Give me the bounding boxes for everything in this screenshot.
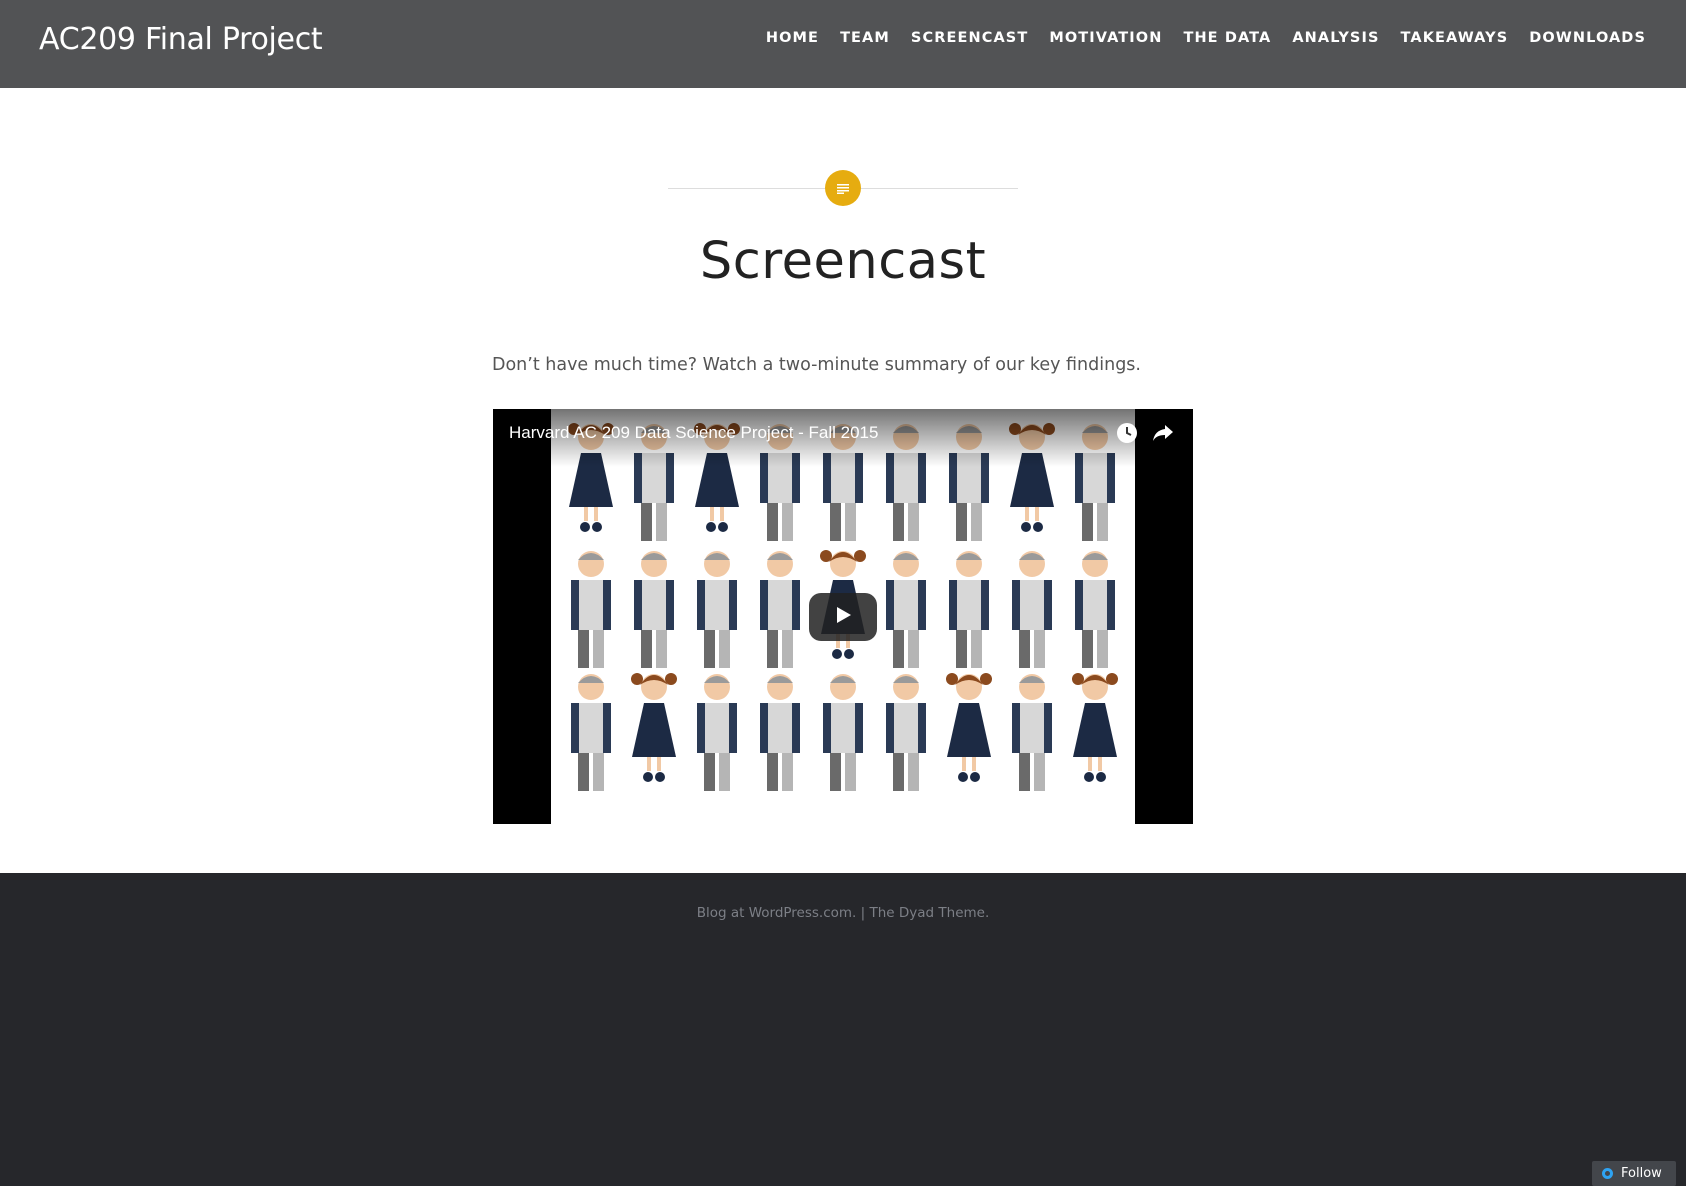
nav-item-home[interactable]: HOME	[766, 30, 819, 46]
follow-button[interactable]: Follow	[1592, 1161, 1676, 1186]
follow-icon	[1602, 1168, 1613, 1179]
play-button[interactable]	[809, 593, 877, 641]
footer-credit: Blog at WordPress.com. | The Dyad Theme.	[0, 905, 1686, 921]
site-header: AC209 Final Project HOME TEAM SCREENCAST…	[0, 0, 1686, 88]
site-title[interactable]: AC209 Final Project	[39, 22, 323, 57]
nav-item-takeaways[interactable]: TAKEAWAYS	[1401, 30, 1509, 46]
share-icon[interactable]	[1151, 421, 1175, 445]
nav-item-downloads[interactable]: DOWNLOADS	[1529, 30, 1646, 46]
footer-separator: |	[860, 905, 866, 921]
watch-later-icon[interactable]	[1115, 421, 1139, 445]
nav-item-team[interactable]: TEAM	[840, 30, 890, 46]
play-icon	[833, 605, 853, 629]
nav-item-the-data[interactable]: THE DATA	[1183, 30, 1271, 46]
nav-item-screencast[interactable]: SCREENCAST	[911, 30, 1028, 46]
nav-item-analysis[interactable]: ANALYSIS	[1292, 30, 1379, 46]
site-footer: Blog at WordPress.com. | The Dyad Theme.	[0, 873, 1686, 1186]
wordpress-link[interactable]: Blog at WordPress.com.	[697, 905, 857, 921]
post-format-badge	[825, 170, 861, 206]
lines-icon	[837, 179, 849, 198]
follow-label: Follow	[1621, 1166, 1662, 1181]
intro-text: Don’t have much time? Watch a two-minute…	[492, 355, 1141, 375]
nav-item-motivation[interactable]: MOTIVATION	[1049, 30, 1162, 46]
video-title[interactable]: Harvard AC 209 Data Science Project - Fa…	[509, 423, 878, 443]
theme-link[interactable]: The Dyad Theme.	[870, 905, 990, 921]
main-nav: HOME TEAM SCREENCAST MOTIVATION THE DATA…	[766, 30, 1646, 46]
page-title: Screencast	[699, 232, 987, 291]
video-embed[interactable]: Harvard AC 209 Data Science Project - Fa…	[493, 409, 1193, 824]
